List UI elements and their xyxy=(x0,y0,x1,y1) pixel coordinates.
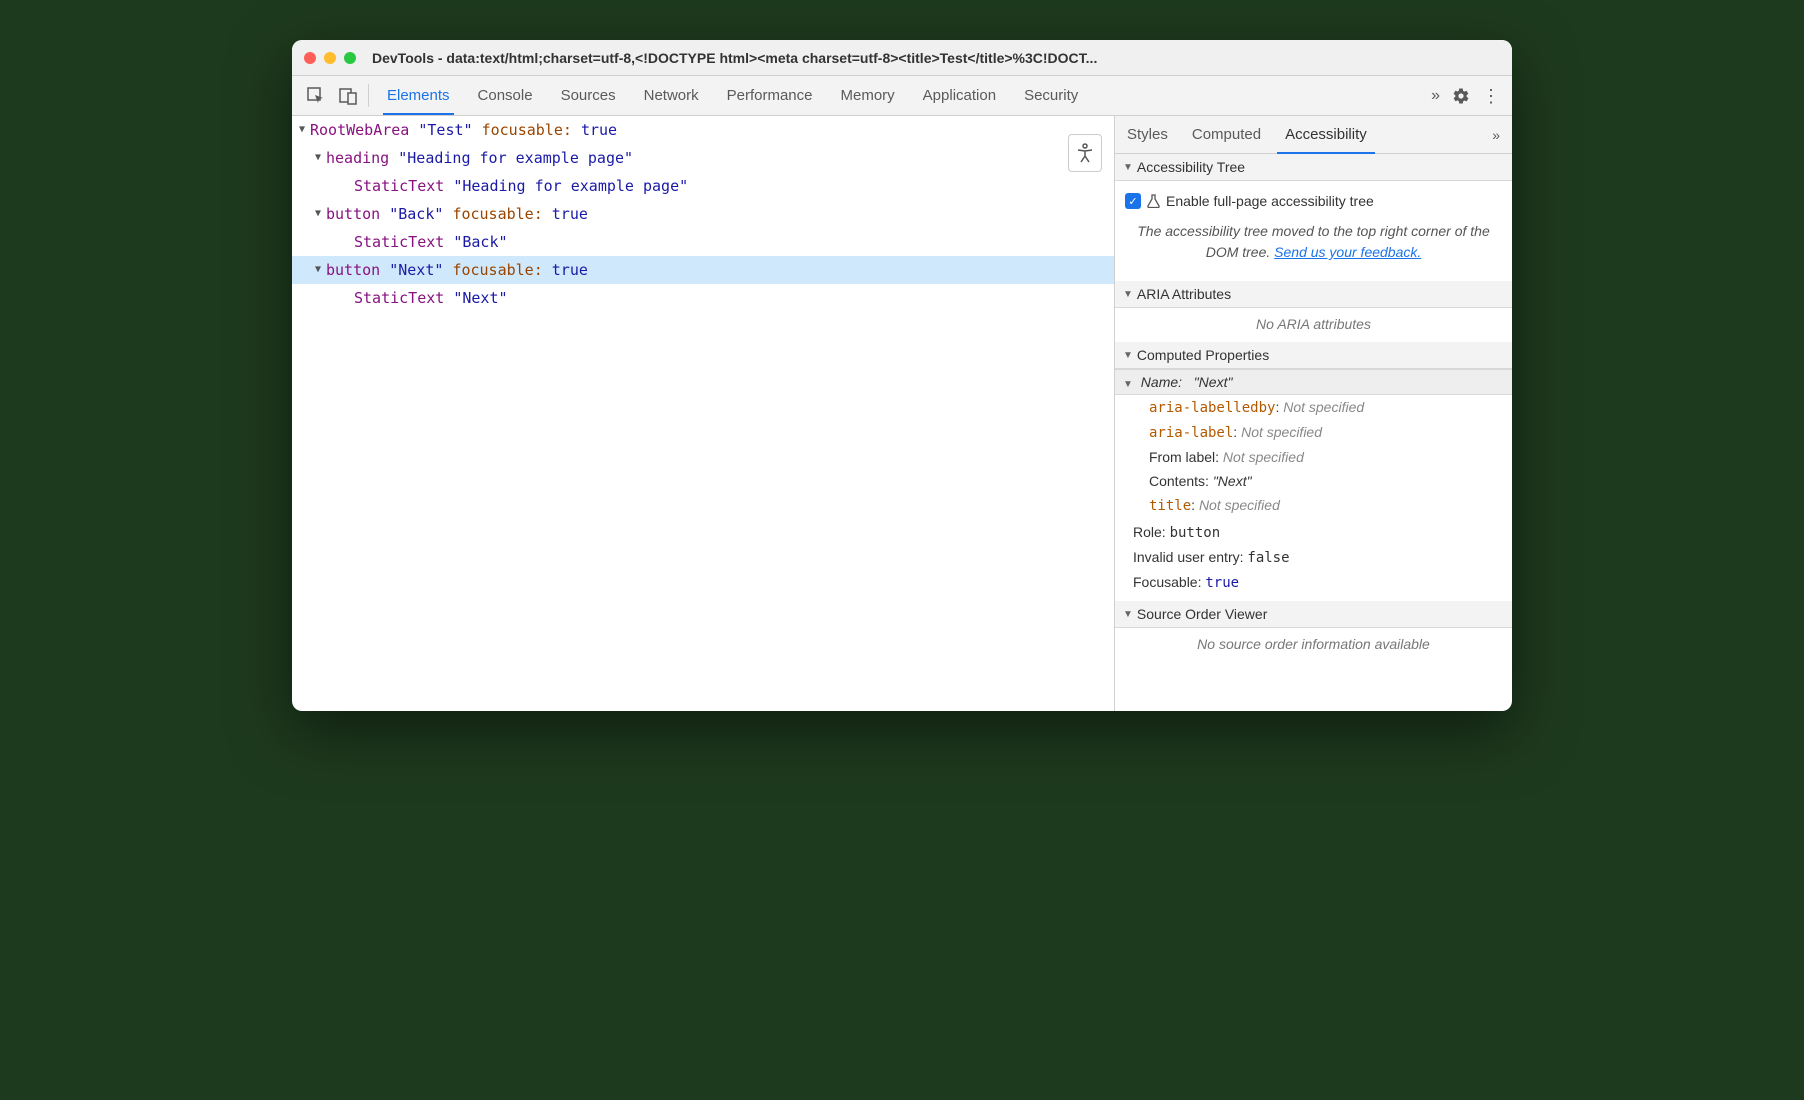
source-order-empty-message: No source order information available xyxy=(1115,628,1512,662)
enable-full-tree-row[interactable]: ✓ Enable full-page accessibility tree xyxy=(1125,189,1502,213)
ax-tree-row[interactable]: StaticText "Back" xyxy=(292,228,1114,256)
settings-icon[interactable] xyxy=(1452,87,1470,105)
ax-tree-row[interactable]: ▼heading "Heading for example page" xyxy=(292,144,1114,172)
ax-name: "Next" xyxy=(389,256,443,284)
expand-arrow-icon[interactable]: ▼ xyxy=(312,256,324,284)
ax-tree-row[interactable]: ▼button "Back" focusable: true xyxy=(292,200,1114,228)
name-source-row: aria-label: Not specified xyxy=(1115,420,1512,445)
side-tab-accessibility[interactable]: Accessibility xyxy=(1273,116,1379,153)
traffic-lights xyxy=(304,52,356,64)
ax-tree-row[interactable]: ▼RootWebArea "Test" focusable: true xyxy=(292,116,1114,144)
computed-name-row[interactable]: ▼ Name: "Next" xyxy=(1115,369,1512,395)
side-tab-computed[interactable]: Computed xyxy=(1180,116,1273,153)
collapse-icon: ▼ xyxy=(1123,289,1133,300)
section-accessibility-tree-body: ✓ Enable full-page accessibility tree Th… xyxy=(1115,181,1512,281)
ax-name: "Test" xyxy=(418,116,472,144)
checkbox-checked-icon[interactable]: ✓ xyxy=(1125,193,1141,209)
side-tab-styles[interactable]: Styles xyxy=(1115,116,1180,153)
tab-security[interactable]: Security xyxy=(1010,76,1092,115)
computed-other-props: Role: buttonInvalid user entry: falseFoc… xyxy=(1115,518,1512,601)
tab-network[interactable]: Network xyxy=(630,76,713,115)
sidebar-tabs: StylesComputedAccessibility » xyxy=(1115,116,1512,154)
tab-memory[interactable]: Memory xyxy=(827,76,909,115)
aria-empty-message: No ARIA attributes xyxy=(1115,308,1512,342)
minimize-window-button[interactable] xyxy=(324,52,336,64)
checkbox-label: Enable full-page accessibility tree xyxy=(1166,193,1374,209)
sidebar-pane: StylesComputedAccessibility » ▼ Accessibi… xyxy=(1114,116,1512,711)
ax-role: StaticText xyxy=(354,172,444,200)
section-accessibility-tree-header[interactable]: ▼ Accessibility Tree xyxy=(1115,154,1512,181)
main-toolbar: ElementsConsoleSourcesNetworkPerformance… xyxy=(292,76,1512,116)
tab-elements[interactable]: Elements xyxy=(373,76,464,115)
accessibility-mode-button[interactable] xyxy=(1068,134,1102,172)
ax-role: button xyxy=(326,256,380,284)
window-title: DevTools - data:text/html;charset=utf-8,… xyxy=(372,50,1500,66)
computed-prop-row: Role: button xyxy=(1133,520,1512,545)
ax-attr-name: focusable: xyxy=(482,116,572,144)
more-tabs-icon[interactable]: » xyxy=(1431,87,1440,105)
section-label: ARIA Attributes xyxy=(1137,286,1231,302)
name-label: Name: xyxy=(1141,374,1182,390)
section-label: Accessibility Tree xyxy=(1137,159,1245,175)
ax-name: "Next" xyxy=(453,284,507,312)
collapse-icon: ▼ xyxy=(1123,350,1133,361)
ax-attr-name: focusable: xyxy=(452,256,542,284)
device-toolbar-icon[interactable] xyxy=(332,76,364,115)
section-label: Source Order Viewer xyxy=(1137,606,1267,622)
ax-role: StaticText xyxy=(354,284,444,312)
name-source-row: Contents: "Next" xyxy=(1115,469,1512,493)
tab-console[interactable]: Console xyxy=(464,76,547,115)
section-aria-header[interactable]: ▼ ARIA Attributes xyxy=(1115,281,1512,308)
section-label: Computed Properties xyxy=(1137,347,1269,363)
ax-tree-row[interactable]: StaticText "Heading for example page" xyxy=(292,172,1114,200)
name-source-row: From label: Not specified xyxy=(1115,445,1512,469)
experiment-flask-icon xyxy=(1147,194,1160,208)
ax-role: RootWebArea xyxy=(310,116,409,144)
ax-attr-value: true xyxy=(552,200,588,228)
tab-sources[interactable]: Sources xyxy=(547,76,630,115)
inspect-element-icon[interactable] xyxy=(300,76,332,115)
name-source-row: aria-labelledby: Not specified xyxy=(1115,395,1512,420)
close-window-button[interactable] xyxy=(304,52,316,64)
tab-application[interactable]: Application xyxy=(909,76,1010,115)
computed-prop-row: Invalid user entry: false xyxy=(1133,545,1512,570)
content-area: ▼RootWebArea "Test" focusable: true▼head… xyxy=(292,116,1512,711)
sidebar-more-icon[interactable]: » xyxy=(1480,116,1512,153)
name-source-row: title: Not specified xyxy=(1115,493,1512,518)
section-source-order-header[interactable]: ▼ Source Order Viewer xyxy=(1115,601,1512,628)
ax-attr-value: true xyxy=(581,116,617,144)
ax-role: StaticText xyxy=(354,228,444,256)
collapse-icon: ▼ xyxy=(1123,379,1133,390)
ax-role: heading xyxy=(326,144,389,172)
zoom-window-button[interactable] xyxy=(344,52,356,64)
ax-tree-row[interactable]: StaticText "Next" xyxy=(292,284,1114,312)
expand-arrow-icon[interactable]: ▼ xyxy=(312,144,324,172)
section-computed-header[interactable]: ▼ Computed Properties xyxy=(1115,342,1512,369)
ax-attr-name: focusable: xyxy=(452,200,542,228)
accessibility-tree-hint: The accessibility tree moved to the top … xyxy=(1125,213,1502,273)
expand-arrow-icon[interactable]: ▼ xyxy=(312,200,324,228)
accessibility-tree-pane[interactable]: ▼RootWebArea "Test" focusable: true▼head… xyxy=(292,116,1114,711)
feedback-link[interactable]: Send us your feedback. xyxy=(1274,244,1421,260)
collapse-icon: ▼ xyxy=(1123,162,1133,173)
ax-name: "Back" xyxy=(453,228,507,256)
main-tabs: ElementsConsoleSourcesNetworkPerformance… xyxy=(373,76,1431,115)
toolbar-divider xyxy=(368,84,369,107)
ax-name: "Heading for example page" xyxy=(398,144,633,172)
ax-attr-value: true xyxy=(552,256,588,284)
collapse-icon: ▼ xyxy=(1123,609,1133,620)
titlebar: DevTools - data:text/html;charset=utf-8,… xyxy=(292,40,1512,76)
devtools-window: DevTools - data:text/html;charset=utf-8,… xyxy=(292,40,1512,711)
computed-name-sources: aria-labelledby: Not specifiedaria-label… xyxy=(1115,395,1512,518)
expand-arrow-icon[interactable]: ▼ xyxy=(296,116,308,144)
computed-prop-row: Focusable: true xyxy=(1133,570,1512,595)
ax-role: button xyxy=(326,200,380,228)
tab-performance[interactable]: Performance xyxy=(713,76,827,115)
kebab-menu-icon[interactable]: ⋮ xyxy=(1482,87,1500,105)
ax-name: "Back" xyxy=(389,200,443,228)
name-value: "Next" xyxy=(1194,374,1233,390)
ax-name: "Heading for example page" xyxy=(453,172,688,200)
ax-tree-row[interactable]: ▼button "Next" focusable: true xyxy=(292,256,1114,284)
